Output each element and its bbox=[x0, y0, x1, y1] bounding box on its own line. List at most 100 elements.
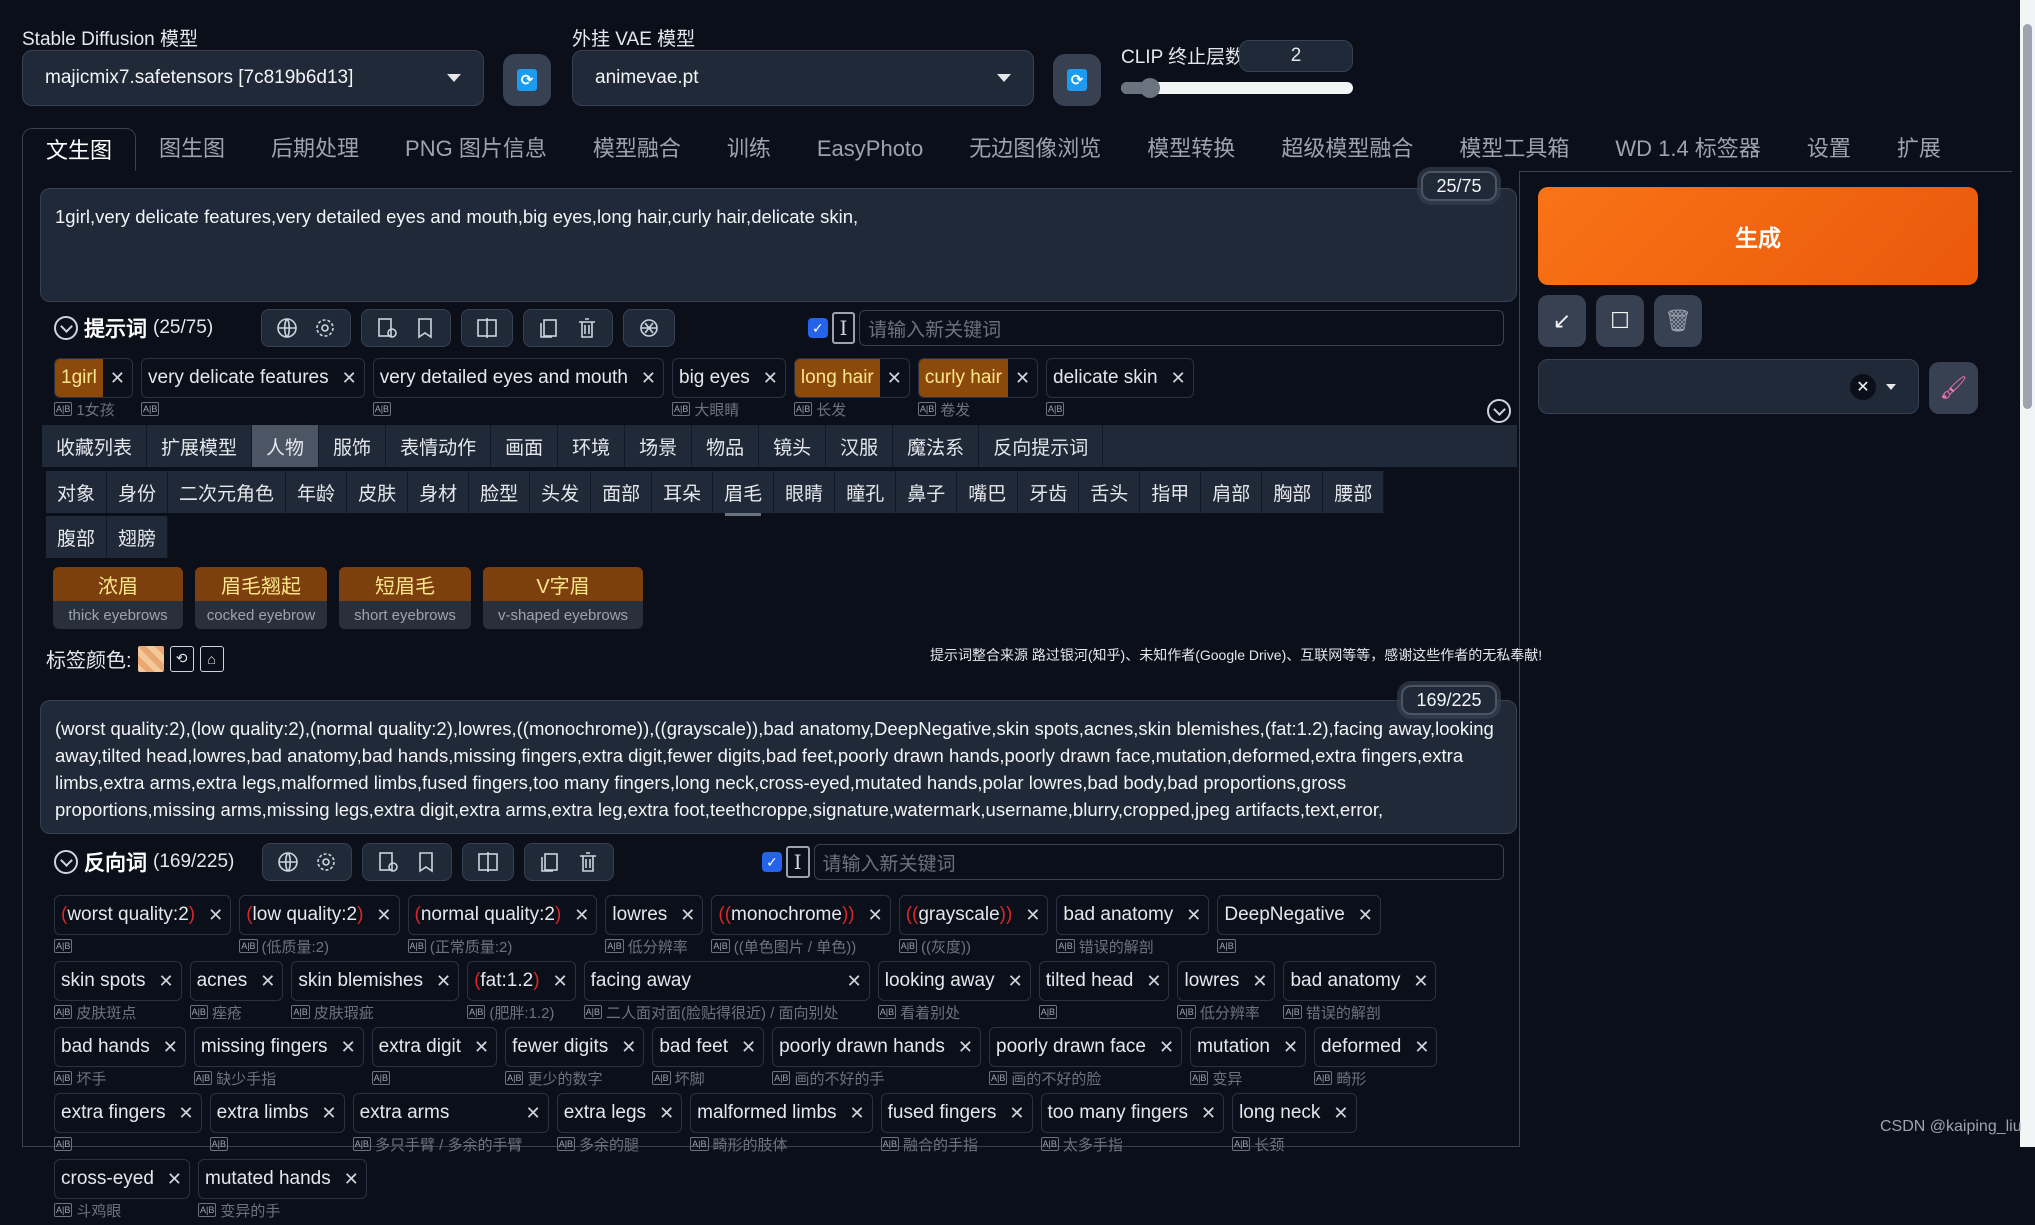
negative-tag-chip[interactable]: looking away ✕ bbox=[877, 961, 1031, 1001]
negative-tag-chip[interactable]: bad hands ✕ bbox=[54, 1027, 186, 1067]
tab-7[interactable]: 无边图像浏览 bbox=[946, 127, 1124, 171]
keyword-checkbox[interactable]: ✓ bbox=[762, 852, 782, 872]
subcategory-tab[interactable]: 面部 bbox=[591, 471, 653, 513]
negative-tag-text[interactable]: extra legs bbox=[558, 1094, 652, 1132]
translate-icon[interactable]: A|B bbox=[898, 939, 918, 953]
prompt-tag-chip[interactable]: 1girl ✕ bbox=[54, 358, 133, 398]
keyword-checkbox[interactable]: ✓ bbox=[808, 318, 828, 338]
chatgpt-icon[interactable] bbox=[636, 315, 662, 341]
prompt-tag-text[interactable]: 1girl bbox=[55, 359, 103, 397]
negative-tag-chip[interactable]: bad anatomy ✕ bbox=[1056, 895, 1210, 935]
subcategory-tab[interactable]: 脸型 bbox=[469, 471, 531, 513]
remove-tag-icon[interactable]: ✕ bbox=[253, 971, 282, 992]
remove-tag-icon[interactable]: ✕ bbox=[315, 1103, 344, 1124]
remove-tag-icon[interactable]: ✕ bbox=[1018, 905, 1047, 926]
negative-tag-text[interactable]: (normal quality:2) bbox=[409, 896, 568, 934]
remove-tag-icon[interactable]: ✕ bbox=[546, 971, 575, 992]
translate-icon[interactable]: A|B bbox=[583, 1005, 602, 1019]
negative-tag-text[interactable]: looking away bbox=[879, 962, 1001, 1000]
negative-tag-text[interactable]: lowres bbox=[606, 896, 673, 934]
subcategory-tab[interactable]: 鼻子 bbox=[896, 471, 958, 513]
remove-tag-icon[interactable]: ✕ bbox=[614, 1037, 643, 1058]
category-tab[interactable]: 场景 bbox=[625, 425, 693, 467]
remove-tag-icon[interactable]: ✕ bbox=[429, 971, 458, 992]
translate-icon[interactable]: A|B bbox=[239, 939, 258, 953]
remove-tag-icon[interactable]: ✕ bbox=[369, 905, 398, 926]
negative-tag-chip[interactable]: DeepNegative ✕ bbox=[1217, 895, 1381, 935]
negative-tag-text[interactable]: ((grayscale)) bbox=[900, 896, 1019, 934]
translate-icon[interactable]: A|B bbox=[54, 1005, 73, 1019]
scrollbar-thumb[interactable] bbox=[2023, 24, 2032, 409]
translate-icon[interactable]: A|B bbox=[141, 402, 160, 416]
negative-tag-text[interactable]: extra arms bbox=[354, 1094, 519, 1132]
prompt-section-header[interactable]: 提示词 (25/75) bbox=[54, 313, 261, 343]
subcategory-tab[interactable]: 眼睛 bbox=[774, 471, 836, 513]
vae-dropdown[interactable]: animevae.pt bbox=[572, 50, 1034, 106]
negative-tag-chip[interactable]: fewer digits ✕ bbox=[505, 1027, 645, 1067]
remove-tag-icon[interactable]: ✕ bbox=[334, 1037, 363, 1058]
tab-0[interactable]: 文生图 bbox=[22, 128, 137, 172]
negative-tag-chip[interactable]: skin blemishes ✕ bbox=[291, 961, 460, 1001]
negative-tag-text[interactable]: poorly drawn face bbox=[990, 1028, 1152, 1066]
translate-icon[interactable]: A|B bbox=[54, 1137, 73, 1151]
prompt-tag-chip[interactable]: curly hair ✕ bbox=[917, 358, 1039, 398]
subcategory-tab[interactable]: 舌头 bbox=[1079, 471, 1141, 513]
category-tab[interactable]: 汉服 bbox=[826, 425, 894, 467]
sd-model-dropdown[interactable]: majicmix7.safetensors [7c819b6d13] bbox=[22, 50, 484, 106]
translate-icon[interactable]: A|B bbox=[54, 1203, 73, 1217]
negative-tag-chip[interactable]: ((grayscale)) ✕ bbox=[898, 895, 1049, 935]
translate-icon[interactable]: A|B bbox=[772, 1071, 791, 1085]
negative-tag-chip[interactable]: facing away ✕ bbox=[583, 961, 870, 1001]
tag-color-swatch[interactable] bbox=[137, 645, 164, 672]
negative-tag-text[interactable]: bad anatomy bbox=[1284, 962, 1406, 1000]
read-params-button[interactable]: ↙ bbox=[1538, 295, 1586, 347]
remove-tag-icon[interactable]: ✕ bbox=[335, 368, 364, 389]
subcategory-tab[interactable]: 年龄 bbox=[286, 471, 348, 513]
reset-icon[interactable]: ⟲ bbox=[169, 645, 194, 672]
negative-tag-chip[interactable]: poorly drawn hands ✕ bbox=[772, 1027, 982, 1067]
paste-button[interactable]: ☐ bbox=[1596, 295, 1644, 347]
category-tab[interactable]: 魔法系 bbox=[893, 425, 980, 467]
translate-icon[interactable]: A|B bbox=[209, 1137, 228, 1151]
subcategory-tab[interactable]: 身材 bbox=[408, 471, 470, 513]
negative-tag-text[interactable]: acnes bbox=[191, 962, 254, 1000]
prompt-tag-chip[interactable]: big eyes ✕ bbox=[672, 358, 786, 398]
prompt-tag-text[interactable]: very delicate features bbox=[142, 359, 335, 397]
remove-tag-icon[interactable]: ✕ bbox=[467, 1037, 496, 1058]
negative-tag-text[interactable]: bad anatomy bbox=[1057, 896, 1179, 934]
translate-icon[interactable]: A|B bbox=[371, 1071, 390, 1085]
remove-tag-icon[interactable]: ✕ bbox=[1179, 905, 1208, 926]
remove-tag-icon[interactable]: ✕ bbox=[880, 368, 909, 389]
prompt-tag-text[interactable]: delicate skin bbox=[1047, 359, 1164, 397]
category-tab[interactable]: 环境 bbox=[558, 425, 626, 467]
category-tab[interactable]: 画面 bbox=[491, 425, 559, 467]
remove-tag-icon[interactable]: ✕ bbox=[951, 1037, 980, 1058]
prompt-tag-chip[interactable]: delicate skin ✕ bbox=[1046, 358, 1194, 398]
apply-style-button[interactable]: 🖌 bbox=[1929, 362, 1978, 414]
negative-tag-text[interactable]: bad feet bbox=[653, 1028, 734, 1066]
negative-tag-text[interactable]: skin spots bbox=[55, 962, 151, 1000]
remove-tag-icon[interactable]: ✕ bbox=[1406, 971, 1435, 992]
remove-tag-icon[interactable]: ✕ bbox=[652, 1103, 681, 1124]
category-tab[interactable]: 表情动作 bbox=[386, 425, 492, 467]
category-tab[interactable]: 镜头 bbox=[759, 425, 827, 467]
negative-tag-chip[interactable]: missing fingers ✕ bbox=[193, 1027, 364, 1067]
negative-tag-chip[interactable]: deformed ✕ bbox=[1314, 1027, 1438, 1067]
negative-tag-chip[interactable]: poorly drawn face ✕ bbox=[989, 1027, 1183, 1067]
tab-5[interactable]: 训练 bbox=[704, 127, 794, 171]
translate-icon[interactable]: A|B bbox=[505, 1071, 524, 1085]
negative-tag-text[interactable]: too many fingers bbox=[1042, 1094, 1194, 1132]
subcategory-tab[interactable]: 身份 bbox=[107, 471, 169, 513]
remove-tag-icon[interactable]: ✕ bbox=[151, 971, 180, 992]
keyword-card[interactable]: 短眉毛 short eyebrows bbox=[339, 567, 471, 629]
remove-tag-icon[interactable]: ✕ bbox=[861, 905, 890, 926]
negative-tag-text[interactable]: lowres bbox=[1178, 962, 1245, 1000]
remove-tag-icon[interactable]: ✕ bbox=[840, 971, 869, 992]
tab-2[interactable]: 后期处理 bbox=[248, 127, 382, 171]
translate-icon[interactable]: A|B bbox=[1038, 1005, 1058, 1019]
refresh-vae-button[interactable]: ⟳ bbox=[1053, 54, 1101, 106]
brush-icon[interactable]: ⌂ bbox=[199, 645, 224, 672]
negative-tag-chip[interactable]: extra legs ✕ bbox=[556, 1093, 683, 1133]
tab-10[interactable]: 模型工具箱 bbox=[1436, 127, 1592, 171]
subcategory-tab[interactable]: 胸部 bbox=[1262, 471, 1324, 513]
